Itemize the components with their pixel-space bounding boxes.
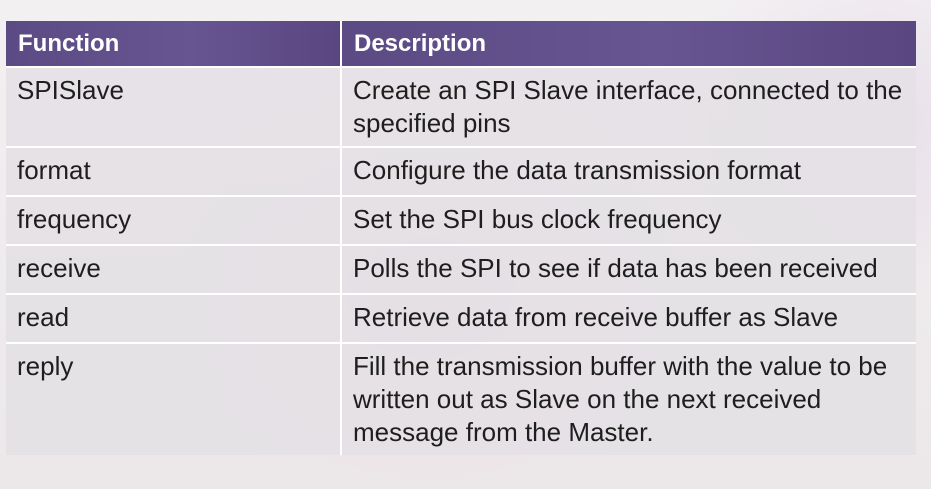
table-row: read Retrieve data from receive buffer a…	[6, 293, 916, 342]
table-row: format Configure the data transmission f…	[6, 146, 916, 195]
description-cell: Retrieve data from receive buffer as Sla…	[340, 293, 916, 342]
table-row: frequency Set the SPI bus clock frequenc…	[6, 195, 916, 244]
table-header-row: Function Description	[6, 21, 916, 66]
description-cell: Set the SPI bus clock frequency	[340, 195, 916, 244]
table-row: receive Polls the SPI to see if data has…	[6, 244, 916, 293]
table-row: SPISlave Create an SPI Slave interface, …	[6, 66, 916, 146]
table-row: reply Fill the transmission buffer with …	[6, 342, 916, 455]
function-cell: frequency	[6, 195, 340, 244]
function-cell: reply	[6, 342, 340, 455]
spi-slave-function-table: Function Description SPISlave Create an …	[6, 21, 916, 455]
function-table-container: Function Description SPISlave Create an …	[6, 21, 916, 455]
header-description: Description	[340, 21, 916, 66]
description-cell: Polls the SPI to see if data has been re…	[340, 244, 916, 293]
header-function: Function	[6, 21, 340, 66]
function-cell: format	[6, 146, 340, 195]
description-cell: Configure the data transmission format	[340, 146, 916, 195]
function-cell: read	[6, 293, 340, 342]
function-cell: receive	[6, 244, 340, 293]
description-cell: Fill the transmission buffer with the va…	[340, 342, 916, 455]
description-cell: Create an SPI Slave interface, connected…	[340, 66, 916, 146]
function-cell: SPISlave	[6, 66, 340, 146]
